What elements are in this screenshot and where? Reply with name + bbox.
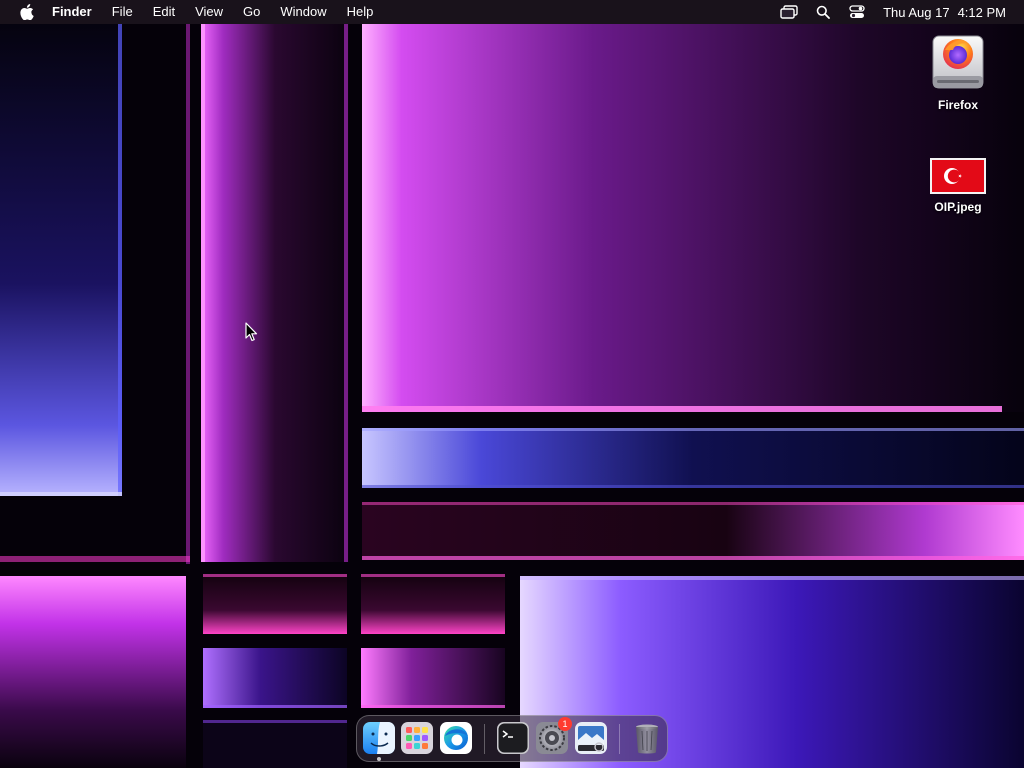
menu-go[interactable]: Go xyxy=(243,0,260,24)
menu-file[interactable]: File xyxy=(112,0,133,24)
spotlight-search-icon[interactable] xyxy=(813,2,833,22)
mouse-pointer-icon xyxy=(245,322,259,347)
menubar-clock[interactable]: Thu Aug 17 4:12 PM xyxy=(883,5,1006,20)
running-indicator xyxy=(377,757,381,761)
dock-preview[interactable] xyxy=(575,722,607,754)
dock-trash[interactable] xyxy=(631,722,663,754)
menu-help[interactable]: Help xyxy=(347,0,374,24)
control-center-icon[interactable] xyxy=(847,2,867,22)
menu-view[interactable]: View xyxy=(195,0,223,24)
terminal-icon xyxy=(497,722,529,754)
menu-app-finder[interactable]: Finder xyxy=(52,0,92,24)
launchpad-icon xyxy=(401,722,433,754)
dock-edge[interactable] xyxy=(440,722,472,754)
dock-terminal[interactable] xyxy=(497,722,529,754)
preview-icon xyxy=(575,722,607,754)
clock-date: Thu Aug 17 xyxy=(883,4,950,20)
dock: 1 xyxy=(356,715,668,762)
firefox-drive-icon xyxy=(931,32,985,92)
dock-system-settings[interactable]: 1 xyxy=(536,717,572,754)
desktop-wallpaper xyxy=(0,0,1024,768)
finder-icon xyxy=(363,722,395,754)
notification-badge: 1 xyxy=(558,717,572,731)
desktop-icon-oip-jpeg[interactable]: OIP.jpeg xyxy=(918,156,998,214)
menu-bar: Finder File Edit View Go Window Help Thu… xyxy=(0,0,1024,24)
dock-divider xyxy=(619,724,620,754)
dock-launchpad[interactable] xyxy=(401,722,433,754)
dock-finder[interactable] xyxy=(363,722,395,761)
clock-time: 4:12 PM xyxy=(957,4,1006,20)
edge-icon xyxy=(440,722,472,754)
menu-edit[interactable]: Edit xyxy=(153,0,175,24)
turkey-flag-thumbnail xyxy=(930,158,986,194)
desktop-icon-firefox[interactable]: Firefox xyxy=(918,32,998,112)
dock-divider xyxy=(484,724,485,754)
menu-window[interactable]: Window xyxy=(280,0,326,24)
desktop-icon-label: Firefox xyxy=(937,98,978,112)
desktop-icon-label: OIP.jpeg xyxy=(934,200,982,214)
screen-mirroring-icon[interactable] xyxy=(779,2,799,22)
trash-icon xyxy=(636,724,658,754)
menubar-status-area: Thu Aug 17 4:12 PM xyxy=(765,0,1014,24)
apple-menu-icon[interactable] xyxy=(18,3,36,21)
